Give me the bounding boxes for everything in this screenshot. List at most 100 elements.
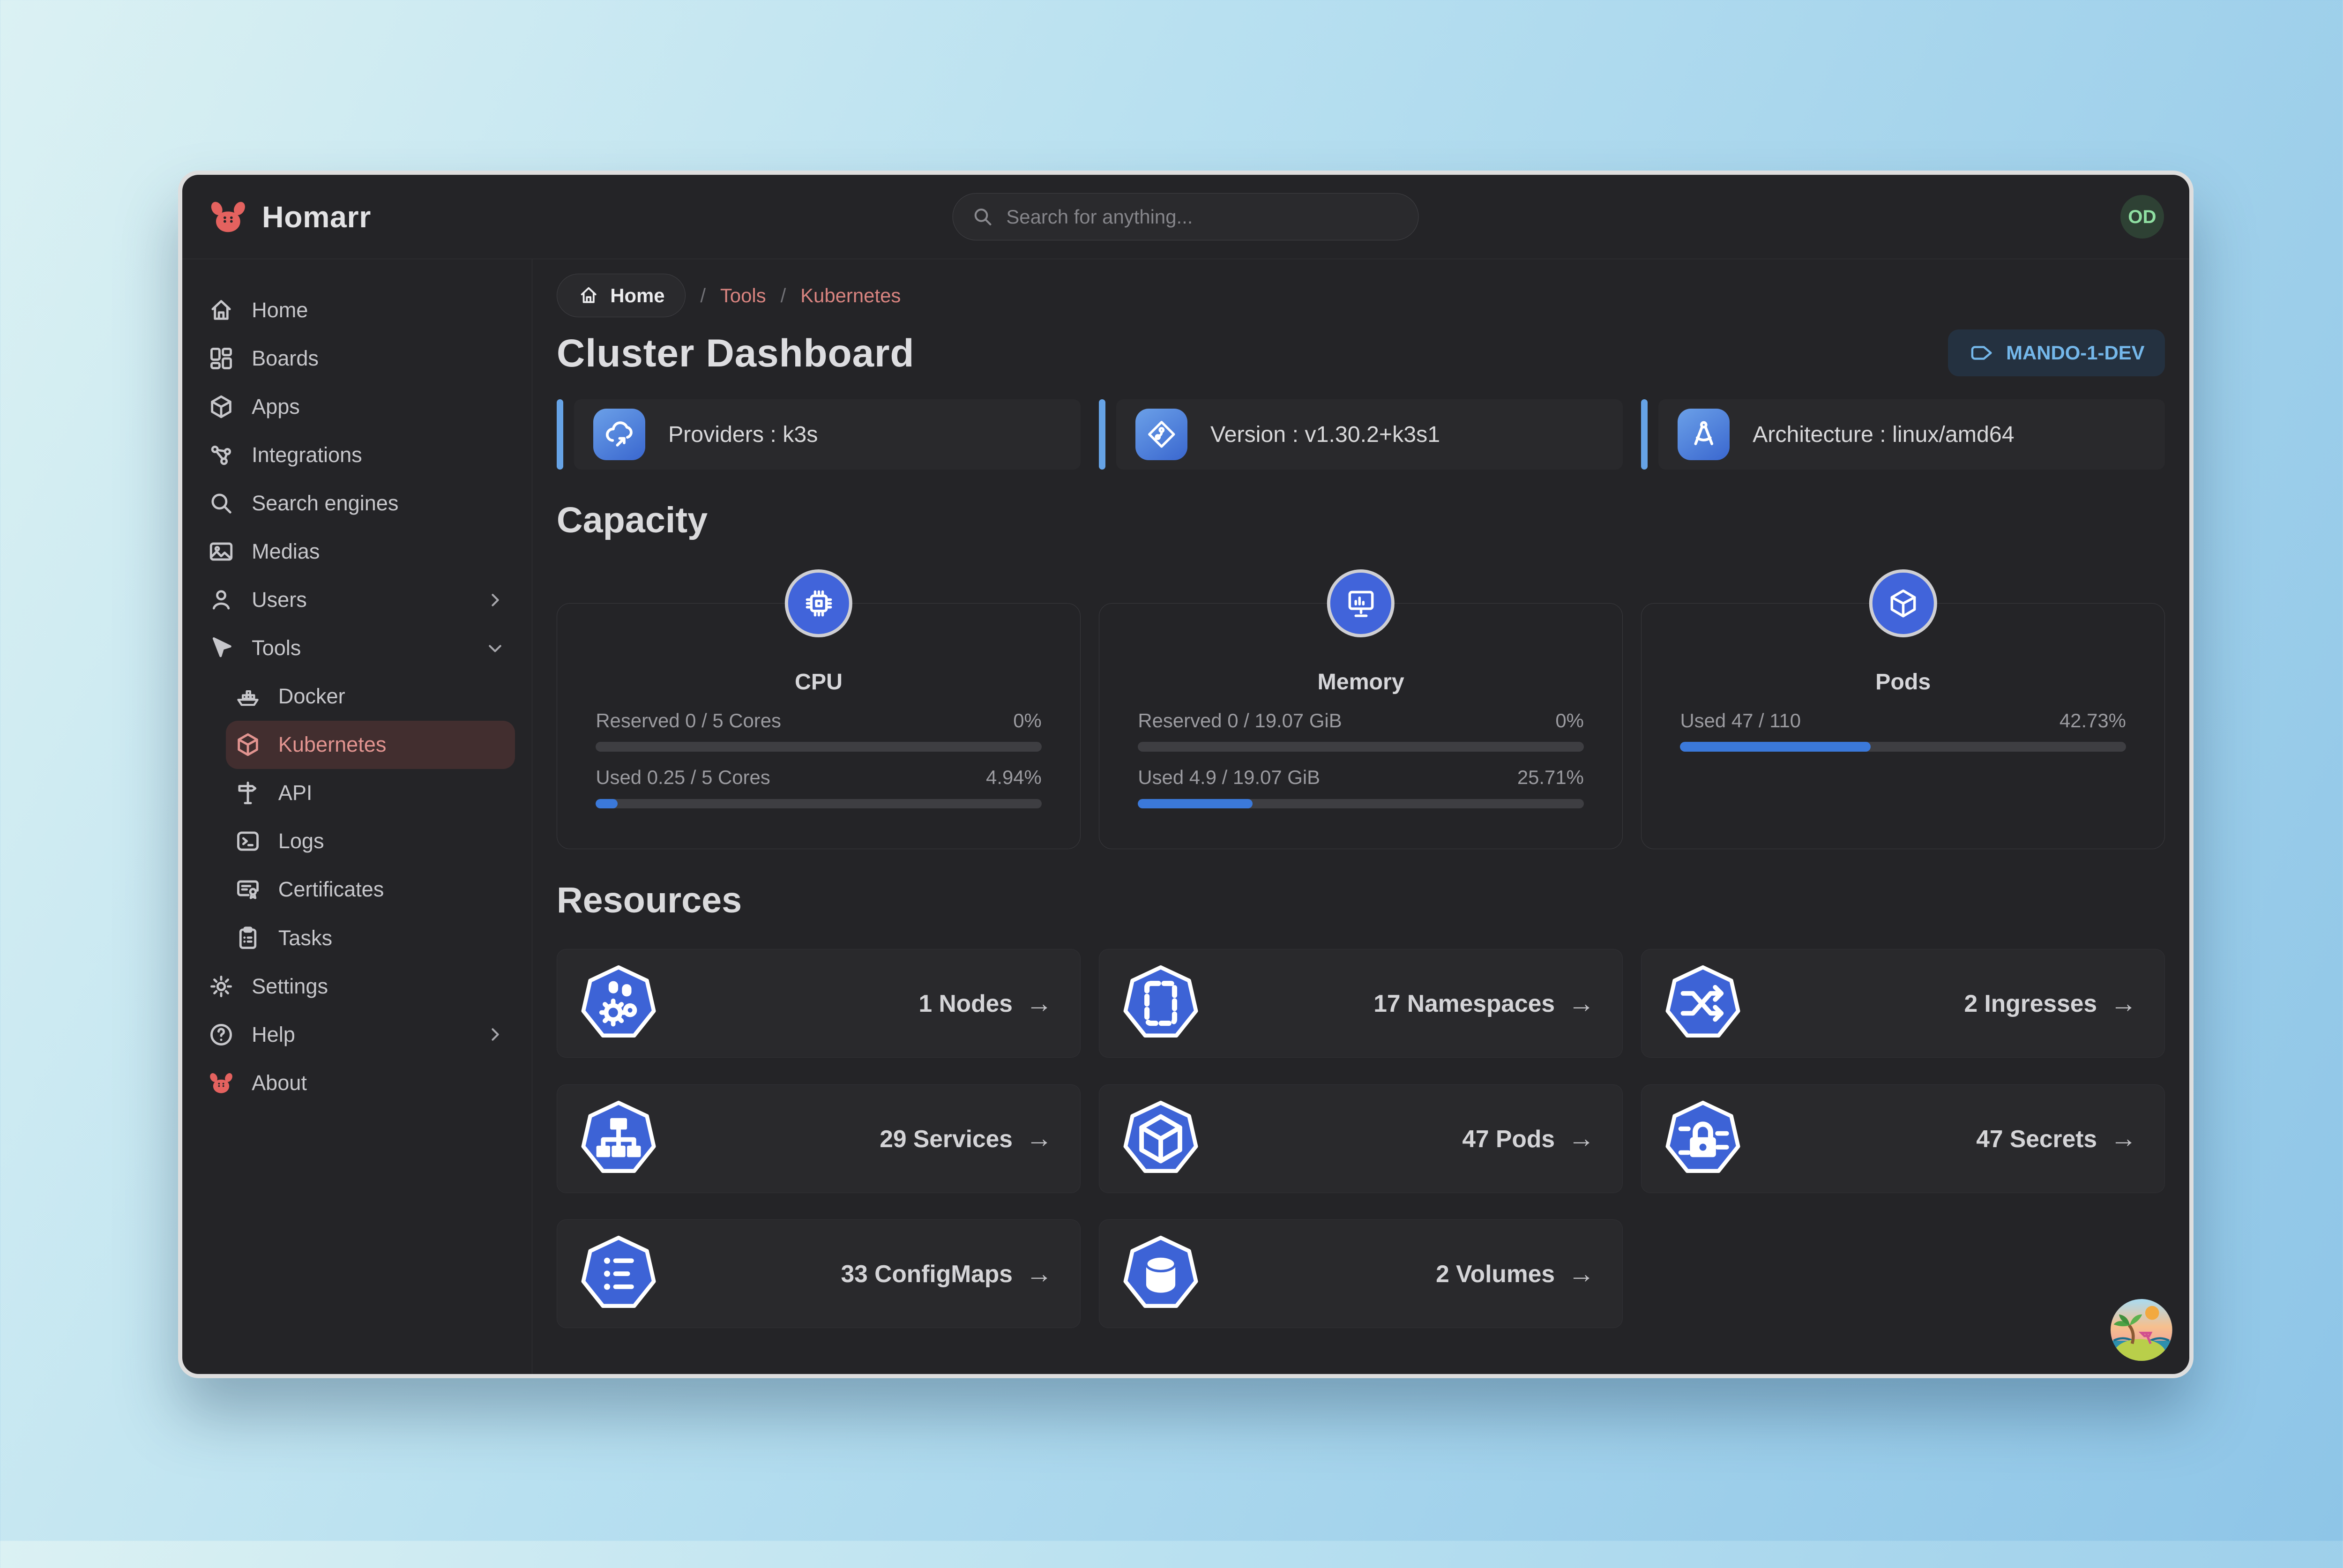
info-card-version-: Version : v1.30.2+k3s1 — [1099, 399, 1623, 469]
sidebar-item-label: About — [252, 1071, 307, 1095]
arrow-right-icon: → — [1568, 1259, 1595, 1289]
resource-card-17-namespaces[interactable]: 17 Namespaces→ — [1099, 949, 1623, 1058]
sidebar-item-docker[interactable]: Docker — [226, 672, 515, 721]
capacity-row: Used 4.9 / 19.07 GiB25.71% — [1138, 766, 1583, 808]
sidebar-item-medias[interactable]: Medias — [199, 527, 515, 575]
clipboard-icon — [234, 925, 261, 952]
resource-card-47-pods[interactable]: 47 Pods→ — [1099, 1084, 1623, 1193]
progress-bar — [1138, 799, 1583, 809]
breadcrumb-item-kubernetes[interactable]: Kubernetes — [800, 284, 901, 307]
sidebar: Home Boards AppsIntegrationsSearch engines… — [182, 259, 532, 1374]
integrations-icon — [208, 441, 235, 469]
sidebar-item-label: Docker — [278, 684, 345, 709]
capacity-row: Reserved 0 / 19.07 GiB0% — [1138, 709, 1583, 752]
sidebar-item-help[interactable]: Help — [199, 1010, 515, 1059]
resource-card-1-nodes[interactable]: 1 Nodes→ — [557, 949, 1081, 1058]
resource-card-29-services[interactable]: 29 Services→ — [557, 1084, 1081, 1193]
capacity-row-value: 0% — [1555, 709, 1584, 732]
cloud-share-icon — [593, 409, 645, 461]
sidebar-item-certificates[interactable]: Certificates — [226, 866, 515, 914]
accent-bar — [557, 399, 563, 469]
accent-bar — [1099, 399, 1105, 469]
capacity-card-title: Memory — [1138, 669, 1583, 695]
secrets-heptagon-icon — [1663, 1099, 1743, 1179]
breadcrumb: Home/Tools/Kubernetes — [557, 274, 2165, 317]
breadcrumb-item-home[interactable]: Home — [557, 274, 686, 317]
pointer-icon — [208, 635, 235, 662]
arrow-right-icon: → — [2110, 988, 2137, 1019]
info-card-label: Version : v1.30.2+k3s1 — [1210, 421, 1440, 448]
ingresses-heptagon-icon — [1663, 963, 1743, 1043]
resource-card-label: 1 Nodes — [918, 989, 1012, 1017]
user-avatar[interactable]: OD — [2120, 195, 2164, 239]
resource-card-label: 47 Secrets — [1976, 1125, 2097, 1153]
crab-icon — [208, 1069, 235, 1097]
capacity-row-value: 25.71% — [1517, 766, 1584, 789]
island-avatar-widget[interactable] — [2111, 1299, 2172, 1360]
sidebar-item-tools[interactable]: Tools — [199, 624, 515, 672]
home-icon — [578, 284, 599, 306]
resource-card-2-ingresses[interactable]: 2 Ingresses → — [1641, 949, 2165, 1058]
sidebar-item-label: Home — [252, 298, 308, 322]
sidebar-item-search-engines[interactable]: Search engines — [199, 479, 515, 527]
breadcrumb-label: Kubernetes — [800, 284, 901, 306]
resource-card-33-configmaps[interactable]: 33 ConfigMaps→ — [557, 1219, 1081, 1328]
resource-card-2-volumes[interactable]: 2 Volumes→ — [1099, 1219, 1623, 1328]
app-body: Home Boards AppsIntegrationsSearch engines… — [182, 259, 2189, 1374]
sidebar-item-logs[interactable]: Logs — [226, 817, 515, 866]
sidebar-item-integrations[interactable]: Integrations — [199, 431, 515, 479]
sidebar-item-tasks[interactable]: Tasks — [226, 914, 515, 962]
sidebar-item-label: Tasks — [278, 926, 332, 950]
capacity-cards: CPUReserved 0 / 5 Cores0%Used 0.25 / 5 C… — [557, 603, 2165, 850]
sidebar-item-settings[interactable]: Settings — [199, 962, 515, 1010]
sidebar-item-label: Medias — [252, 539, 320, 564]
info-card-label: Architecture : linux/amd64 — [1753, 421, 2015, 448]
sidebar-item-users[interactable]: Users — [199, 575, 515, 624]
help-icon — [208, 1021, 235, 1048]
capacity-row-label: Used 47 / 110 — [1680, 709, 1801, 732]
sidebar-item-label: API — [278, 781, 313, 805]
sidebar-item-label: Boards — [252, 346, 319, 371]
capacity-card-title: Pods — [1680, 669, 2126, 695]
resource-card-label: 2 Ingresses — [1964, 989, 2097, 1017]
sidebar-item-label: Logs — [278, 829, 324, 853]
capacity-card-cpu: CPUReserved 0 / 5 Cores0%Used 0.25 / 5 C… — [557, 603, 1081, 850]
nodes-heptagon-icon — [579, 963, 658, 1043]
arrow-right-icon: → — [1568, 1123, 1595, 1154]
search-bar[interactable] — [953, 193, 1419, 240]
sidebar-item-boards[interactable]: Boards — [199, 334, 515, 382]
user-icon — [208, 586, 235, 613]
boards-icon — [208, 345, 235, 372]
page-title: Cluster Dashboard — [557, 330, 915, 376]
progress-bar — [596, 742, 1041, 752]
progress-fill — [1138, 799, 1253, 809]
capacity-card-pods: Pods Used 47 / 110 42.73% — [1641, 603, 2165, 850]
chevron-down-icon — [484, 637, 507, 660]
box-icon — [208, 393, 235, 420]
info-card-providers-: Providers : k3s — [557, 399, 1081, 469]
sidebar-item-apps[interactable]: Apps — [199, 382, 515, 431]
resources-heading: Resources — [557, 880, 2165, 921]
sidebar-item-kubernetes[interactable]: Kubernetes — [226, 721, 515, 769]
sidebar-item-home[interactable]: Home — [199, 286, 515, 334]
capacity-row-value: 42.73% — [2059, 709, 2126, 732]
breadcrumb-separator: / — [700, 284, 706, 307]
sidebar-item-label: Tools — [252, 636, 301, 660]
arrow-right-icon: → — [1026, 1123, 1052, 1154]
sidebar-item-api[interactable]: API — [226, 769, 515, 817]
capacity-card-title: CPU — [596, 669, 1041, 695]
cluster-badge-label: MANDO-1-DEV — [2006, 342, 2144, 364]
tropical-island-icon — [2111, 1299, 2172, 1360]
services-heptagon-icon — [579, 1099, 658, 1179]
terminal-icon — [234, 828, 261, 855]
sidebar-item-about[interactable]: About — [199, 1059, 515, 1107]
resource-card-47-secrets[interactable]: 47 Secrets→ — [1641, 1084, 2165, 1193]
search-input[interactable] — [1006, 206, 1400, 228]
breadcrumb-item-tools[interactable]: Tools — [720, 284, 766, 307]
box-icon — [234, 731, 261, 758]
home-icon — [208, 297, 235, 324]
capacity-row-value: 0% — [1013, 709, 1042, 732]
chevron-right-icon — [484, 1023, 507, 1046]
accent-bar — [1641, 399, 1648, 469]
info-card-label: Providers : k3s — [668, 421, 818, 448]
